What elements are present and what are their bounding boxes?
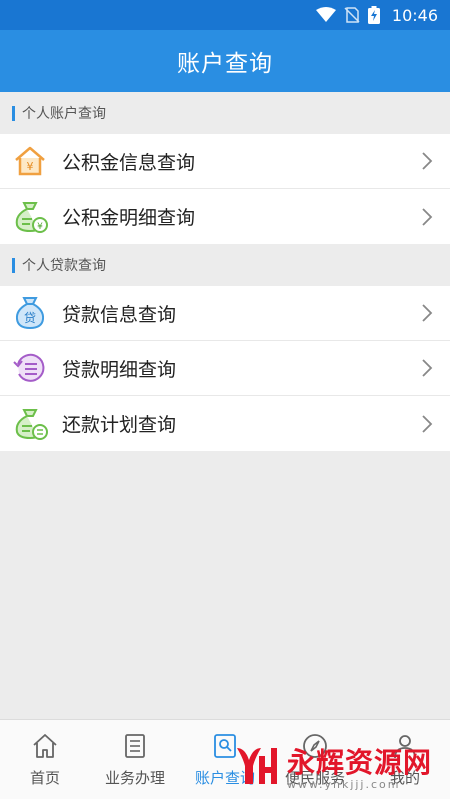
list-item-label: 公积金信息查询 [62,151,196,174]
section-header-personal-account: 个人账户查询 [0,92,450,134]
chevron-right-icon [422,304,433,322]
svg-text:¥: ¥ [27,160,34,173]
watermark-logo-icon [236,748,277,784]
no-sim-icon [344,7,360,23]
personal-account-list: ¥ 公积金信息查询 ¥ 公积金明细查询 [0,134,450,244]
wifi-icon [315,7,336,23]
section-title: 个人账户查询 [22,106,106,122]
chevron-right-icon [422,414,433,433]
chevron-right-icon [422,359,433,377]
watermark-url: www.yhkjjj.com [286,778,401,791]
list-item-loan-detail[interactable]: 贷款明细查询 [0,341,450,396]
watermark: 永辉资源网 www.yhkjjj.com [233,741,432,791]
watermark-text: 永辉资源网 www.yhkjjj.com [287,741,432,791]
repayment-bag-icon [12,406,48,442]
section-header-personal-loan: 个人贷款查询 [0,244,450,286]
status-bar: 10:46 [0,0,450,30]
home-icon [30,731,60,761]
status-time: 10:46 [391,5,438,25]
svg-text:贷: 贷 [24,311,36,325]
list-item-fund-detail[interactable]: ¥ 公积金明细查询 [0,189,450,244]
list-item-label: 公积金明细查询 [62,207,196,229]
nav-item-business[interactable]: 业务办理 [90,720,180,799]
list-item-loan-info[interactable]: 贷 贷款信息查询 [0,286,450,341]
loan-bag-icon: 贷 [12,295,48,331]
money-bag-yuan-icon: ¥ [12,199,48,235]
list-item-label: 贷款明细查询 [62,358,177,381]
chevron-right-icon [422,207,433,226]
nav-item-home[interactable]: 首页 [0,720,90,799]
page-title: 账户查询 [177,51,273,77]
personal-loan-list: 贷 贷款信息查询 贷款明细查询 还款计划查询 [0,286,450,451]
refresh-list-icon [12,350,48,386]
list-item-repayment-plan[interactable]: 还款计划查询 [0,396,450,451]
section-title: 个人贷款查询 [22,258,106,274]
section-accent-bar [12,105,15,121]
nav-label: 业务办理 [104,769,165,787]
house-yuan-icon: ¥ [12,143,48,179]
section-accent-bar [12,257,15,273]
list-item-label: 贷款信息查询 [62,303,177,326]
chevron-right-icon [422,152,433,170]
document-icon [120,731,150,761]
nav-label: 首页 [29,769,60,787]
list-item-fund-info[interactable]: ¥ 公积金信息查询 [0,134,450,189]
list-item-label: 还款计划查询 [62,414,177,436]
app-bar: 账户查询 [0,30,450,92]
watermark-title: 永辉资源网 [286,746,432,779]
battery-charging-icon [367,6,380,24]
svg-text:¥: ¥ [37,222,43,232]
